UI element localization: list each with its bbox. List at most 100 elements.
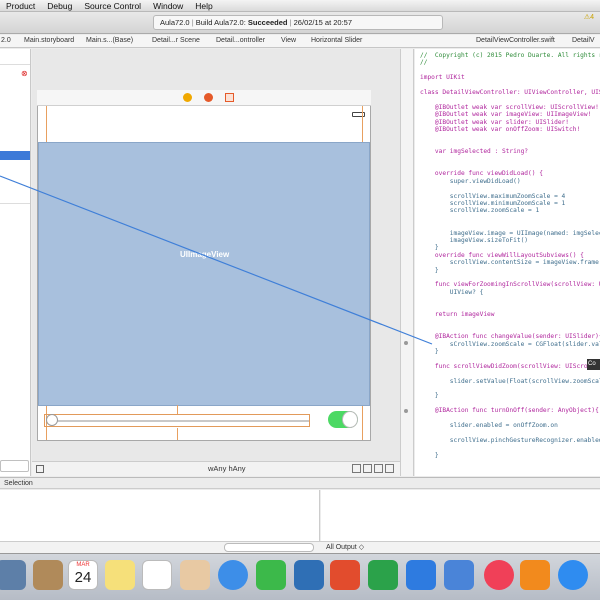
scene-dock — [37, 90, 371, 106]
debug-selection-label: Selection — [4, 480, 33, 487]
activity-viewer[interactable]: Aula72.0 | Build Aula72.0: Succeeded | 2… — [153, 15, 443, 30]
app-store-icon[interactable] — [558, 560, 588, 590]
code-line[interactable]: } — [420, 267, 439, 275]
size-class-h: Any — [232, 464, 246, 473]
code-line[interactable]: func scrollViewDidZoom(scrollView: UIScr… — [420, 363, 599, 371]
canvas-bottom-bar: wAny hAny — [32, 461, 400, 476]
code-line[interactable]: } — [420, 452, 439, 460]
messages-icon[interactable] — [218, 560, 248, 590]
menu-source-control[interactable]: Source Control — [78, 0, 147, 12]
code-line[interactable]: class DetailViewController: UIViewContro… — [420, 89, 600, 97]
jumpbar-item-view[interactable]: View — [281, 35, 296, 47]
code-line[interactable]: @IBAction func turnOnOff(sender: AnyObje… — [420, 407, 599, 415]
toolbar: Aula72.0 | Build Aula72.0: Succeeded | 2… — [0, 12, 600, 34]
code-line[interactable]: UIView? { — [420, 289, 484, 297]
iphoto-icon[interactable] — [294, 560, 324, 590]
dock-photo-icon[interactable] — [0, 560, 26, 590]
variables-filter-field[interactable] — [224, 543, 314, 552]
align-icon[interactable] — [352, 464, 361, 473]
chevron-updown-icon: ◇ — [358, 544, 365, 551]
output-filter-select[interactable]: All Output ◇ — [326, 542, 364, 553]
jumpbar-item-storyboard[interactable]: Main.storyboard — [24, 35, 74, 47]
notes-icon[interactable] — [105, 560, 135, 590]
jumpbar-item-scene[interactable]: Detail...r Scene — [152, 35, 200, 47]
code-line[interactable]: } — [420, 392, 439, 400]
jumpbar-item-project[interactable]: 2.0 — [1, 35, 11, 47]
resizing-icon[interactable] — [385, 464, 394, 473]
code-line[interactable]: return imageView — [420, 311, 495, 319]
outline-filter-field[interactable] — [0, 460, 29, 472]
view-controller-icon[interactable] — [183, 93, 192, 102]
outlet-connection-dot[interactable] — [404, 341, 408, 345]
code-line[interactable]: sCrollView.zoomScale = CGFloat(slider.va… — [420, 341, 600, 349]
warning-count: 4 — [590, 14, 594, 21]
slider-thumb[interactable] — [46, 414, 58, 426]
menu-product[interactable]: Product — [0, 0, 41, 12]
calendar-day: 24 — [74, 569, 92, 586]
battery-icon — [352, 112, 365, 117]
code-editor[interactable]: // Copyright (c) 2015 Pedro Duarte. All … — [415, 49, 600, 476]
xcode-icon[interactable] — [444, 560, 474, 590]
debug-footer: All Output ◇ — [0, 541, 600, 553]
contacts-icon[interactable] — [33, 560, 63, 590]
numbers-icon[interactable] — [368, 560, 398, 590]
switch-knob — [342, 411, 358, 428]
jumpbar-item-swift-file[interactable]: DetailViewController.swift — [476, 35, 555, 47]
constraint-indicator — [177, 405, 178, 414]
outline-selected-row[interactable] — [0, 151, 30, 160]
pin-icon[interactable] — [363, 464, 372, 473]
constraint-indicator — [177, 428, 178, 440]
resolve-icon[interactable] — [374, 464, 383, 473]
menu-window[interactable]: Window — [147, 0, 189, 12]
outlet-connection-dot[interactable] — [404, 409, 408, 413]
code-line[interactable]: } — [420, 348, 439, 356]
jumpbar-item-slider[interactable]: Horizontal Slider — [311, 35, 362, 47]
ibooks-icon[interactable] — [520, 560, 550, 590]
code-line[interactable]: super.viewDidLoad() — [420, 178, 521, 186]
code-line[interactable]: slider.setValue(Float(scrollView.zoomSca… — [420, 378, 600, 386]
facetime-icon[interactable] — [256, 560, 286, 590]
code-line[interactable]: scrollView.contentSize = imageView.frame… — [420, 259, 600, 267]
activity-build-prefix: Build Aula72.0: — [195, 18, 246, 27]
jumpbar-item-storyboard-base[interactable]: Main.s...(Base) — [86, 35, 133, 47]
debug-bar: Selection — [0, 477, 600, 489]
menu-help[interactable]: Help — [189, 0, 218, 12]
reminders-icon[interactable] — [142, 560, 172, 590]
jumpbar-item-controller[interactable]: Detail...ontroller — [216, 35, 265, 47]
code-line[interactable]: scrollView.zoomScale = 1 — [420, 207, 539, 215]
calendar-month: MAR — [76, 562, 90, 568]
size-class-w: Any — [213, 464, 227, 473]
activity-project: Aula72.0 — [160, 18, 190, 27]
connection-tooltip: Co — [587, 359, 600, 370]
code-line[interactable]: // Copyright (c) 2015 Pedro Duarte. All … — [420, 52, 600, 60]
size-class-control[interactable]: wAny hAny — [208, 462, 246, 476]
keynote-icon[interactable] — [406, 560, 436, 590]
code-line[interactable]: import UIKit — [420, 74, 465, 82]
auto-layout-buttons — [352, 464, 394, 473]
itunes-icon[interactable] — [484, 560, 514, 590]
document-outline: ⊗ — [0, 49, 31, 476]
first-responder-icon[interactable] — [204, 93, 213, 102]
image-view[interactable] — [38, 142, 370, 406]
menu-debug[interactable]: Debug — [41, 0, 78, 12]
calendar-icon[interactable]: MAR 24 — [68, 560, 98, 590]
jumpbar-item-symbol[interactable]: DetailV — [572, 35, 595, 47]
image-view-label: UIImageView — [180, 250, 230, 259]
photos-icon[interactable] — [180, 560, 210, 590]
code-line[interactable]: scrollView.pinchGestureRecognizer.enable… — [420, 437, 600, 445]
outline-toggle-icon[interactable] — [36, 465, 44, 473]
outline-divider — [0, 203, 30, 204]
pages-icon[interactable] — [330, 560, 360, 590]
menu-bar: Product Debug Source Control Window Help — [0, 0, 600, 12]
code-line[interactable]: slider.enabled = onOffZoom.on — [420, 422, 558, 430]
exit-icon[interactable] — [225, 93, 234, 102]
code-line[interactable]: // — [420, 59, 427, 67]
horizontal-slider[interactable] — [44, 414, 310, 427]
code-line[interactable]: @IBOutlet weak var onOffZoom: UISwitch! — [420, 126, 580, 134]
dock: MAR 24 — [0, 553, 600, 600]
code-line[interactable]: var imgSelected : String? — [420, 148, 528, 156]
warning-badge[interactable]: ⚠4 — [584, 13, 594, 21]
activity-timestamp: 26/02/15 at 20:57 — [293, 18, 353, 27]
activity-status: Succeeded — [247, 18, 288, 27]
close-icon[interactable]: ⊗ — [21, 69, 28, 78]
